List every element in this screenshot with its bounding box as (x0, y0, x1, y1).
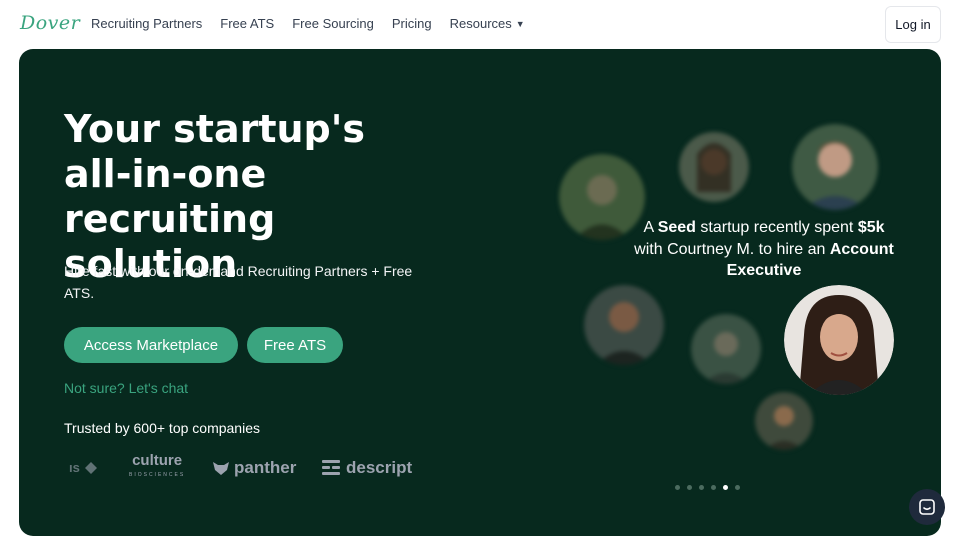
carousel-indicators (675, 485, 740, 490)
company-logos: ıs culture BIOSCIENCES panther descript (64, 452, 424, 484)
panther-logo: panther (212, 458, 296, 478)
quote-part-1: A (643, 219, 658, 236)
carousel-dot[interactable] (723, 485, 728, 490)
hero-subtitle: Hire fast with our on-demand Recruiting … (64, 263, 413, 301)
hero-title-line-1: Your startup's (64, 107, 365, 151)
culture-biosciences-logo: culture BIOSCIENCES (129, 452, 186, 482)
dover-logo[interactable]: Dover (20, 12, 80, 34)
avatar-blurred (792, 124, 878, 210)
hero-section: Your startup's all-in-one recruiting sol… (19, 49, 941, 536)
descript-logo: descript (322, 458, 412, 478)
nav-free-sourcing[interactable]: Free Sourcing (292, 16, 374, 31)
carousel-dot[interactable] (675, 485, 680, 490)
chat-widget-button[interactable] (909, 489, 945, 525)
nav-recruiting-partners[interactable]: Recruiting Partners (91, 16, 202, 31)
avatar-blurred (584, 285, 664, 365)
lets-chat-link[interactable]: Not sure? Let's chat (64, 380, 188, 396)
nav-resources-dropdown[interactable]: Resources ▼ (450, 16, 525, 31)
quote-stage: Seed (657, 219, 696, 236)
culture-logo-text: culture (132, 452, 183, 469)
hero-title-line-2: all-in-one recruiting (64, 152, 276, 241)
avatar-blurred (679, 132, 749, 202)
access-marketplace-button[interactable]: Access Marketplace (64, 327, 238, 363)
descript-mark-icon (322, 460, 340, 475)
panther-logo-text: panther (234, 458, 297, 477)
carousel-dot[interactable] (699, 485, 704, 490)
testimonial-quote: A Seed startup recently spent $5k with C… (634, 217, 894, 282)
quote-part-2: startup recently spent (695, 219, 858, 236)
carousel-dot[interactable] (735, 485, 740, 490)
quote-part-3: with Courtney M. to hire an (634, 240, 830, 258)
free-ats-button[interactable]: Free ATS (247, 327, 343, 363)
carousel-dot[interactable] (687, 485, 692, 490)
culture-logo-subtext: BIOSCIENCES (129, 472, 186, 478)
nav-free-ats[interactable]: Free ATS (220, 16, 274, 31)
nav-resources-label: Resources (449, 16, 512, 31)
chat-icon (919, 499, 935, 515)
diamond-icon (84, 461, 97, 474)
company-logo-partial-text: ıs (69, 460, 80, 475)
nav-pricing[interactable]: Pricing (392, 16, 432, 31)
chevron-down-icon: ▼ (515, 19, 525, 29)
nav-links: Recruiting Partners Free ATS Free Sourci… (91, 16, 525, 31)
carousel-dot[interactable] (711, 485, 716, 490)
trusted-by-text: Trusted by 600+ top companies (64, 420, 260, 436)
avatar-blurred (559, 154, 645, 240)
top-navigation: Dover Recruiting Partners Free ATS Free … (0, 0, 960, 48)
quote-amount: $5k (857, 219, 885, 236)
descript-logo-text: descript (346, 458, 413, 477)
avatar-blurred (691, 314, 761, 384)
featured-recruiter-avatar (784, 285, 894, 395)
panther-head-icon (213, 462, 229, 475)
company-logo-partial: ıs (69, 460, 98, 475)
avatar-blurred (755, 392, 813, 450)
login-button[interactable]: Log in (885, 6, 941, 43)
